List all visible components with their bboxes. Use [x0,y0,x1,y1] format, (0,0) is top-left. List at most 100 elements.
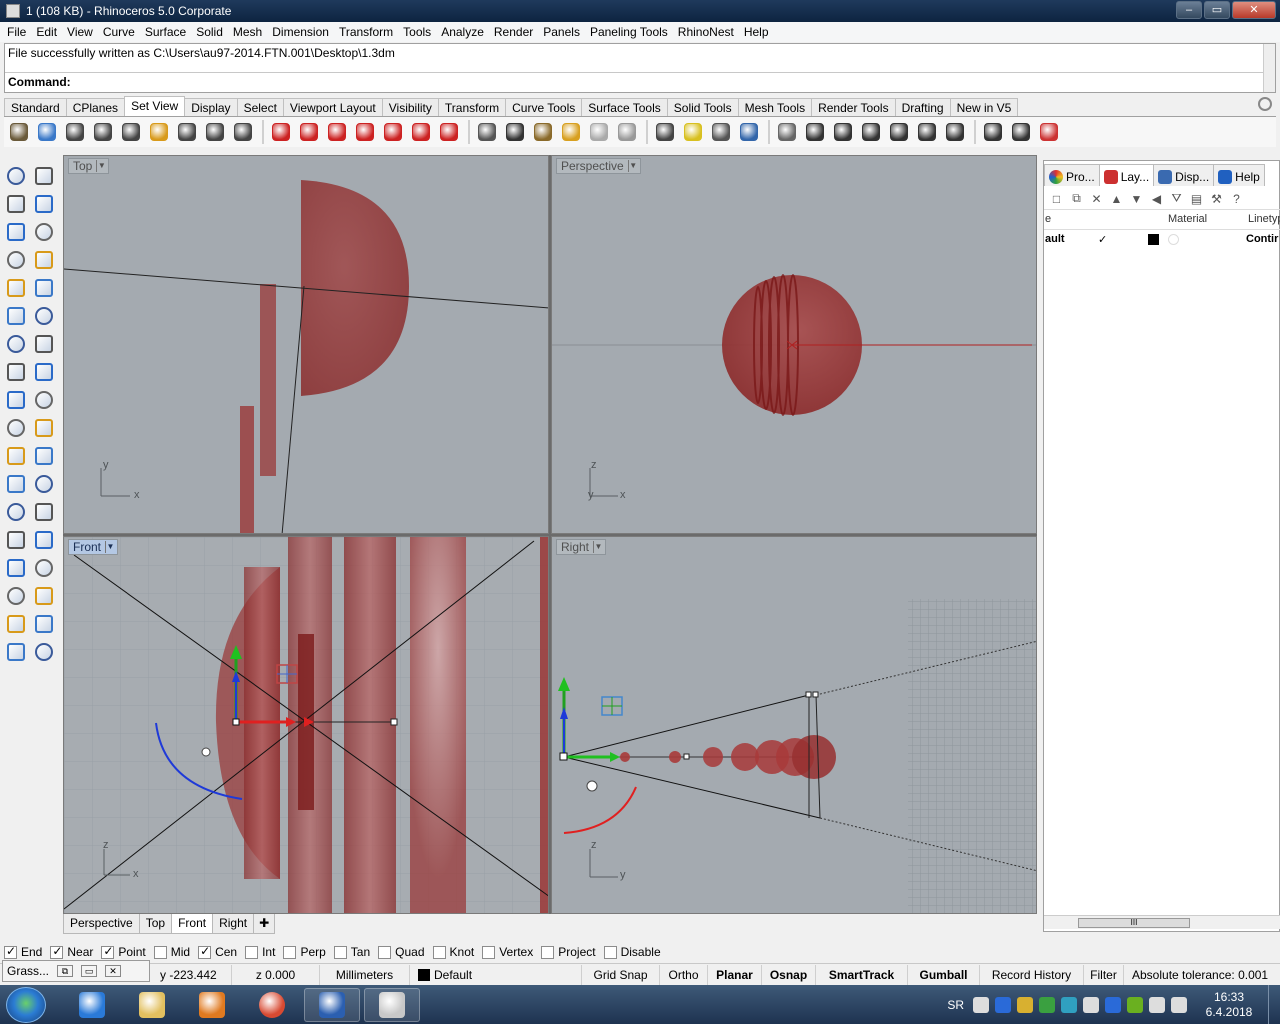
sphere-light-button[interactable] [586,119,612,145]
plane-button[interactable] [858,119,884,145]
filter-icon[interactable]: ⛛ [1168,190,1185,207]
tab-curve-tools[interactable]: Curve Tools [505,98,583,116]
ship-2-button[interactable] [942,119,968,145]
new-sublayer-icon[interactable]: ⧉ [1068,190,1085,207]
car-view-1-button[interactable] [324,119,350,145]
osnap-checkbox[interactable] [283,945,297,959]
tab-display[interactable]: Display [184,98,238,116]
zoom-window-button[interactable] [118,119,144,145]
panel-tab-properties[interactable]: Pro... [1044,164,1100,186]
status-toggle-osnap[interactable]: Osnap [762,964,816,985]
menu-transform[interactable]: Transform [334,25,398,39]
gear-mount-2-button[interactable] [830,119,856,145]
layer-button[interactable] [2,610,30,638]
tab-render-tools[interactable]: Render Tools [811,98,896,116]
layer-linetype[interactable]: Contir [1246,233,1278,245]
analyze-button[interactable] [2,638,30,666]
osnap-checkbox[interactable] [378,945,392,959]
move-down-icon[interactable]: ▼ [1128,190,1145,207]
surface-button[interactable] [2,302,30,330]
car-view-2-button[interactable] [352,119,378,145]
osnap-disable[interactable]: Disable [603,945,661,959]
lock-tray-icon[interactable] [1017,996,1033,1013]
status-toggle-record-history[interactable]: Record History [980,964,1084,985]
menu-view[interactable]: View [62,25,98,39]
sync-tray-icon[interactable] [1039,996,1055,1013]
wifi-tray-icon[interactable] [1149,996,1165,1013]
move-parent-icon[interactable]: ◀ [1148,190,1165,207]
grasshopper-window[interactable]: Grass... ⧉ ▭ ✕ [2,960,150,982]
named-cplanes-button[interactable] [558,119,584,145]
toolbar-options-gear-icon[interactable] [1258,97,1272,111]
internet-explorer-task-button[interactable] [64,988,120,1022]
ellipse-button[interactable] [30,218,58,246]
tools-icon[interactable]: ⚒ [1208,190,1225,207]
menu-panels[interactable]: Panels [538,25,585,39]
alias-tray-icon[interactable] [1061,996,1077,1013]
polyline-button[interactable] [2,190,30,218]
viewport-title-perspective[interactable]: Perspective ▼ [556,158,641,174]
keyboard-icon[interactable] [973,996,989,1013]
dim-button[interactable] [30,498,58,526]
plane-2-button[interactable] [886,119,912,145]
restore-icon[interactable]: ⧉ [57,965,74,977]
delete-layer-icon[interactable]: ✕ [1088,190,1105,207]
viewport-tab-top[interactable]: Top [138,914,173,934]
command-prompt[interactable]: Command: [8,75,71,89]
camera-target-button[interactable] [474,119,500,145]
trim-button[interactable] [30,414,58,442]
current-layer[interactable]: Default [410,964,582,985]
minimize-button[interactable]: – [1176,1,1202,19]
extrude-button[interactable] [30,302,58,330]
osnap-end[interactable]: End [4,944,42,959]
arc-button[interactable] [2,274,30,302]
zoom-1to1-button[interactable] [230,119,256,145]
osnap-near[interactable]: Near [50,944,93,959]
viewport-tab-right[interactable]: Right [212,914,255,934]
status-toggle-planar[interactable]: Planar [708,964,762,985]
osnap-mid[interactable]: Mid [153,945,190,959]
zoom-out-button[interactable] [202,119,228,145]
osnap-project[interactable]: Project [541,945,596,959]
layer-states-icon[interactable]: ▤ [1188,190,1205,207]
media-player-task-button[interactable] [184,988,240,1022]
osnap-checkbox[interactable] [101,944,115,959]
mesh-plane-button[interactable] [30,358,58,386]
undo-view-button[interactable] [174,119,200,145]
curve-button[interactable] [30,190,58,218]
layer-row[interactable]: ault ✓ Contir [1044,231,1280,249]
properties-button[interactable] [30,582,58,610]
osnap-point[interactable]: Point [101,944,146,959]
menu-mesh[interactable]: Mesh [228,25,267,39]
rectangle-button[interactable] [30,246,58,274]
check-button[interactable] [30,610,58,638]
language-indicator[interactable]: SR [947,998,964,1012]
status-toggle-ortho[interactable]: Ortho [660,964,708,985]
column-linetype[interactable]: Linetyp [1248,213,1280,225]
menu-curve[interactable]: Curve [98,25,140,39]
chrome-task-button[interactable] [244,988,300,1022]
tab-standard[interactable]: Standard [4,98,67,116]
zoom-extents-button[interactable] [90,119,116,145]
osnap-int[interactable]: Int [245,945,275,959]
panel-tab-layers[interactable]: Lay... [1098,164,1155,186]
status-toggle-grid-snap[interactable]: Grid Snap [582,964,660,985]
maximize-icon[interactable]: ▭ [81,965,98,977]
layer-name[interactable]: ault [1045,233,1065,245]
shield-tray-icon[interactable] [1105,996,1121,1013]
circle-button[interactable] [2,218,30,246]
place-target-button[interactable] [708,119,734,145]
car-view-4-button[interactable] [408,119,434,145]
chevron-down-icon[interactable]: ▼ [96,160,106,172]
orbit-button[interactable] [980,119,1006,145]
tab-transform[interactable]: Transform [437,98,507,116]
osnap-checkbox[interactable] [4,944,17,959]
viewport-top-button[interactable] [268,119,294,145]
osnap-checkbox[interactable] [482,945,496,959]
osnap-checkbox[interactable] [541,945,555,959]
layers-horizontal-scrollbar[interactable]: III [1044,915,1280,929]
camera-button[interactable] [502,119,528,145]
status-toggle-smarttrack[interactable]: SmartTrack [816,964,908,985]
network-tray-icon[interactable] [1083,996,1099,1013]
maximize-button[interactable]: ▭ [1204,1,1230,19]
